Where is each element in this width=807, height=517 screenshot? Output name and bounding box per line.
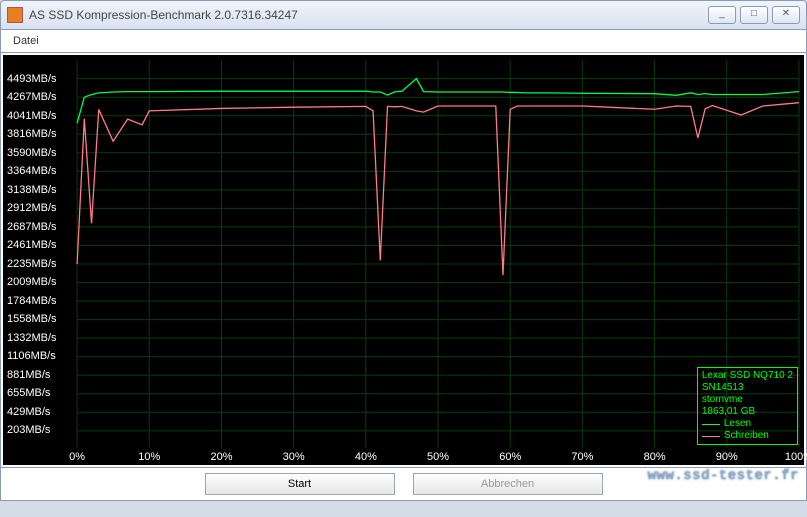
legend-device: Lexar SSD NQ710 2 (702, 370, 793, 382)
y-tick-label: 881MB/s (7, 369, 50, 381)
content-area: 203MB/s 429MB/s 655MB/s 881MB/s 1106MB/s 1332… (0, 53, 807, 468)
x-tick-label: 0% (69, 451, 85, 463)
x-tick-label: 80% (644, 451, 666, 463)
y-tick-label: 203MB/s (7, 424, 50, 436)
x-tick-label: 100% (785, 451, 807, 463)
y-tick-label: 429MB/s (7, 406, 50, 418)
maximize-button[interactable]: □ (740, 6, 768, 24)
y-tick-label: 3138MB/s (7, 184, 57, 196)
x-tick-label: 10% (138, 451, 160, 463)
y-tick-label: 1332MB/s (7, 332, 57, 344)
minimize-button[interactable]: _ (708, 6, 736, 24)
y-tick-label: 3364MB/s (7, 165, 57, 177)
menu-bar: Datei (0, 30, 807, 53)
x-tick-label: 20% (210, 451, 232, 463)
x-tick-label: 90% (716, 451, 738, 463)
y-tick-label: 4041MB/s (7, 110, 57, 122)
legend-box: Lexar SSD NQ710 2 SN14513 stornvme 1863,… (697, 367, 798, 445)
chart-svg (3, 55, 804, 466)
watermark: www.ssd-tester.fr (648, 468, 799, 484)
y-tick-label: 2235MB/s (7, 258, 57, 270)
abort-button[interactable]: Abbrechen (413, 473, 603, 495)
menu-datei[interactable]: Datei (13, 35, 39, 47)
x-tick-label: 50% (427, 451, 449, 463)
legend-write-color (702, 436, 720, 437)
legend-read-color (702, 424, 720, 425)
legend-driver: stornvme (702, 394, 793, 406)
legend-size: 1863,01 GB (702, 406, 793, 418)
close-button[interactable]: ✕ (772, 6, 800, 24)
y-tick-label: 1558MB/s (7, 313, 57, 325)
y-tick-label: 2009MB/s (7, 276, 57, 288)
y-tick-label: 2912MB/s (7, 202, 57, 214)
x-tick-label: 60% (499, 451, 521, 463)
y-tick-label: 655MB/s (7, 387, 50, 399)
y-tick-label: 2687MB/s (7, 221, 57, 233)
chart-area: 203MB/s 429MB/s 655MB/s 881MB/s 1106MB/s 1332… (3, 55, 804, 465)
legend-read: Lesen (724, 418, 751, 430)
legend-write: Schreiben (724, 430, 769, 442)
y-tick-label: 2461MB/s (7, 239, 57, 251)
app-icon (7, 7, 23, 23)
y-tick-label: 1106MB/s (7, 350, 56, 362)
x-tick-label: 40% (355, 451, 377, 463)
window-title: AS SSD Kompression-Benchmark 2.0.7316.34… (29, 8, 704, 22)
x-tick-label: 30% (283, 451, 305, 463)
y-tick-label: 3816MB/s (7, 128, 57, 140)
y-tick-label: 4493MB/s (7, 73, 57, 85)
y-tick-label: 4267MB/s (7, 91, 57, 103)
start-button[interactable]: Start (205, 473, 395, 495)
y-tick-label: 3590MB/s (7, 147, 57, 159)
x-tick-label: 70% (571, 451, 593, 463)
legend-sn: SN14513 (702, 382, 793, 394)
y-tick-label: 1784MB/s (7, 295, 57, 307)
title-bar: AS SSD Kompression-Benchmark 2.0.7316.34… (0, 0, 807, 30)
